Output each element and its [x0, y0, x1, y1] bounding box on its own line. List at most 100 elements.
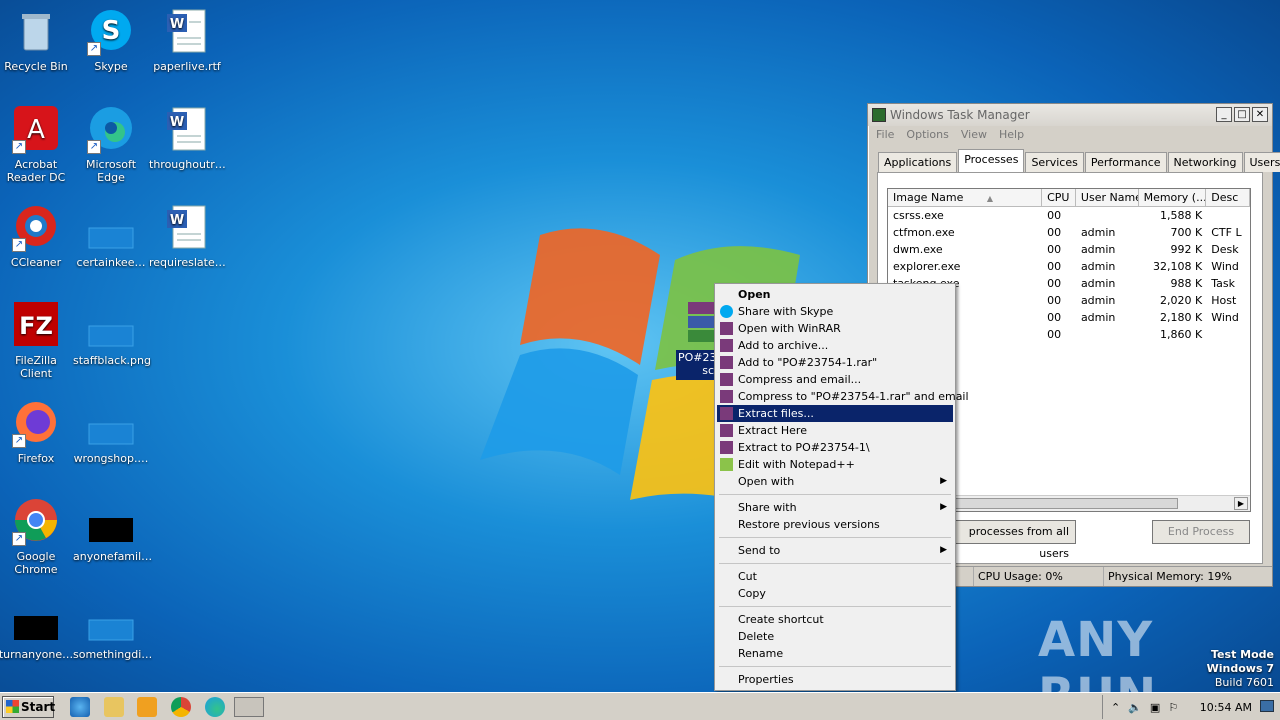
internet-explorer-icon[interactable] [70, 697, 90, 717]
tab-applications[interactable]: Applications [878, 152, 958, 172]
menu-file[interactable]: File [876, 126, 894, 144]
image-file-icon [87, 302, 135, 350]
menu-item-delete[interactable]: Delete [717, 628, 953, 645]
desktop-icon-somethingdi[interactable]: somethingdi… [73, 596, 152, 661]
desktop-icon-acrobat[interactable]: A ↗ Acrobat Reader DC [0, 106, 74, 184]
desktop-icon-throughoutr[interactable]: W throughoutr… [149, 106, 226, 171]
desktop-icon-requireslate[interactable]: W requireslate… [149, 204, 226, 269]
svg-text:W: W [170, 17, 184, 32]
desktop-icon-firefox[interactable]: ↗ Firefox [0, 400, 74, 465]
column-cpu[interactable]: CPU [1042, 189, 1076, 206]
menu-item-add-to-po-23754-1-rar[interactable]: Add to "PO#23754-1.rar" [717, 354, 953, 371]
column-user-name[interactable]: User Name [1076, 189, 1139, 206]
test-mode-watermark: Test Mode Windows 7 Build 7601 [1206, 648, 1274, 689]
menu-item-compress-and-email[interactable]: Compress and email... [717, 371, 953, 388]
tab-networking[interactable]: Networking [1167, 152, 1243, 172]
maximize-button[interactable]: □ [1234, 107, 1250, 122]
menu-item-open[interactable]: Open [717, 286, 953, 303]
table-row[interactable]: explorer.exe 00 admin 32,108 K Wind [888, 258, 1250, 275]
task-manager-tabs: Applications Processes Services Performa… [878, 149, 1280, 172]
context-menu[interactable]: Open Share with Skype Open with WinRAR Add … [714, 283, 969, 691]
process-cpu: 00 [1047, 260, 1062, 273]
desktop-icon-edge[interactable]: ↗ Microsoft Edge [73, 106, 149, 184]
table-row[interactable]: dwm.exe 00 admin 992 K Desk [888, 241, 1250, 258]
process-cpu: 00 [1047, 243, 1062, 256]
tab-performance[interactable]: Performance [1084, 152, 1167, 172]
menu-item-label: Properties [738, 673, 794, 686]
menu-item-edit-with-notepad[interactable]: Edit with Notepad++ [717, 456, 953, 473]
close-button[interactable]: ✕ [1252, 107, 1268, 122]
desktop-icon-turnanyone[interactable]: turnanyone… [0, 596, 74, 661]
menu-item-extract-to-po-23754-1[interactable]: Extract to PO#23754-1\ [717, 439, 953, 456]
chrome-icon[interactable] [171, 697, 191, 717]
process-user: admin [1080, 277, 1116, 290]
menu-item-extract-files[interactable]: Extract files... [717, 405, 953, 422]
minimize-button[interactable]: _ [1216, 107, 1232, 122]
volume-icon[interactable]: 🔈 [1128, 701, 1142, 714]
word-doc-icon: W [163, 8, 211, 56]
desktop-icon-staffblack[interactable]: staffblack.png [73, 302, 151, 367]
column-description[interactable]: Desc [1206, 189, 1250, 206]
file-explorer-icon[interactable] [104, 697, 124, 717]
desktop-icon-skype[interactable]: S ↗ Skype [73, 8, 149, 73]
menu-item-label: Cut [738, 570, 757, 583]
desktop-icon-chrome[interactable]: ↗ Google Chrome [0, 498, 74, 576]
scroll-right-button[interactable]: ▶ [1234, 497, 1248, 510]
menu-item-add-to-archive[interactable]: Add to archive... [717, 337, 953, 354]
show-hidden-icons-icon[interactable]: ⌃ [1111, 701, 1120, 714]
tab-services[interactable]: Services [1025, 152, 1084, 172]
menu-item-rename[interactable]: Rename [717, 645, 953, 662]
task-manager-titlebar[interactable]: Windows Task Manager _ □ ✕ [868, 104, 1272, 126]
desktop-icon-wrongshop[interactable]: wrongshop.… [73, 400, 149, 465]
skype-icon [720, 305, 733, 318]
desktop-icon-recycle-bin[interactable]: Recycle Bin [0, 8, 74, 73]
tab-processes[interactable]: Processes [958, 149, 1025, 172]
desktop-icon-paperlive[interactable]: W paperlive.rtf [149, 8, 225, 73]
action-center-flag-icon[interactable]: ⚐ [1168, 701, 1178, 714]
media-player-icon[interactable] [137, 697, 157, 717]
menu-item-send-to[interactable]: Send to ▶ [717, 542, 953, 559]
menu-options[interactable]: Options [906, 126, 948, 144]
menu-item-open-with[interactable]: Open with ▶ [717, 473, 953, 490]
clock[interactable]: 10:54 AM [1200, 701, 1252, 714]
selected-desktop-file[interactable]: PO#23 sc [676, 300, 716, 380]
desktop-icon-ccleaner[interactable]: ↗ CCleaner [0, 204, 74, 269]
menu-item-share-with-skype[interactable]: Share with Skype [717, 303, 953, 320]
menu-item-create-shortcut[interactable]: Create shortcut [717, 611, 953, 628]
menu-separator [719, 537, 951, 538]
menu-item-label: Copy [738, 587, 766, 600]
menu-item-extract-here[interactable]: Extract Here [717, 422, 953, 439]
winrar-icon [720, 441, 733, 454]
edge-icon[interactable] [205, 697, 225, 717]
task-manager-taskbar-icon[interactable] [234, 697, 264, 717]
menu-item-compress-to-po-23754-1-rar-and-email[interactable]: Compress to "PO#23754-1.rar" and email [717, 388, 969, 405]
submenu-arrow-icon: ▶ [940, 476, 947, 486]
network-icon[interactable]: ▣ [1150, 701, 1160, 714]
menu-item-cut[interactable]: Cut [717, 568, 953, 585]
menu-item-label: Extract files... [738, 407, 814, 420]
menu-view[interactable]: View [961, 126, 987, 144]
menu-item-share-with[interactable]: Share with ▶ [717, 499, 953, 516]
menu-item-properties[interactable]: Properties [717, 671, 953, 688]
start-button[interactable]: Start [2, 696, 55, 718]
desktop-icon-certainkee[interactable]: certainkee… [73, 204, 149, 269]
table-row[interactable]: csrss.exe 00 1,588 K [888, 207, 1250, 224]
menu-item-label: Add to "PO#23754-1.rar" [738, 356, 878, 369]
firefox-icon: ↗ [12, 400, 60, 448]
edge-icon: ↗ [87, 106, 135, 154]
tab-users[interactable]: Users [1243, 152, 1280, 172]
menu-help[interactable]: Help [999, 126, 1024, 144]
desktop-icon-anyonefamil[interactable]: anyonefamil… [73, 498, 152, 563]
column-memory[interactable]: Memory (... [1139, 189, 1207, 206]
show-all-processes-button[interactable]: processes from all users [938, 520, 1076, 560]
menu-item-restore-previous-versions[interactable]: Restore previous versions [717, 516, 953, 533]
windows-flag-icon [6, 700, 19, 713]
menu-item-copy[interactable]: Copy [717, 585, 953, 602]
column-image-name[interactable]: Image Name ▲ [888, 189, 1043, 206]
end-process-button[interactable]: End Process [1152, 520, 1250, 544]
winrar-icon [720, 322, 733, 335]
menu-item-open-with-winrar[interactable]: Open with WinRAR [717, 320, 953, 337]
show-desktop-button[interactable] [1260, 700, 1274, 712]
desktop-icon-filezilla[interactable]: FZ FileZilla Client [0, 302, 74, 380]
table-row[interactable]: ctfmon.exe 00 admin 700 K CTF L [888, 224, 1250, 241]
